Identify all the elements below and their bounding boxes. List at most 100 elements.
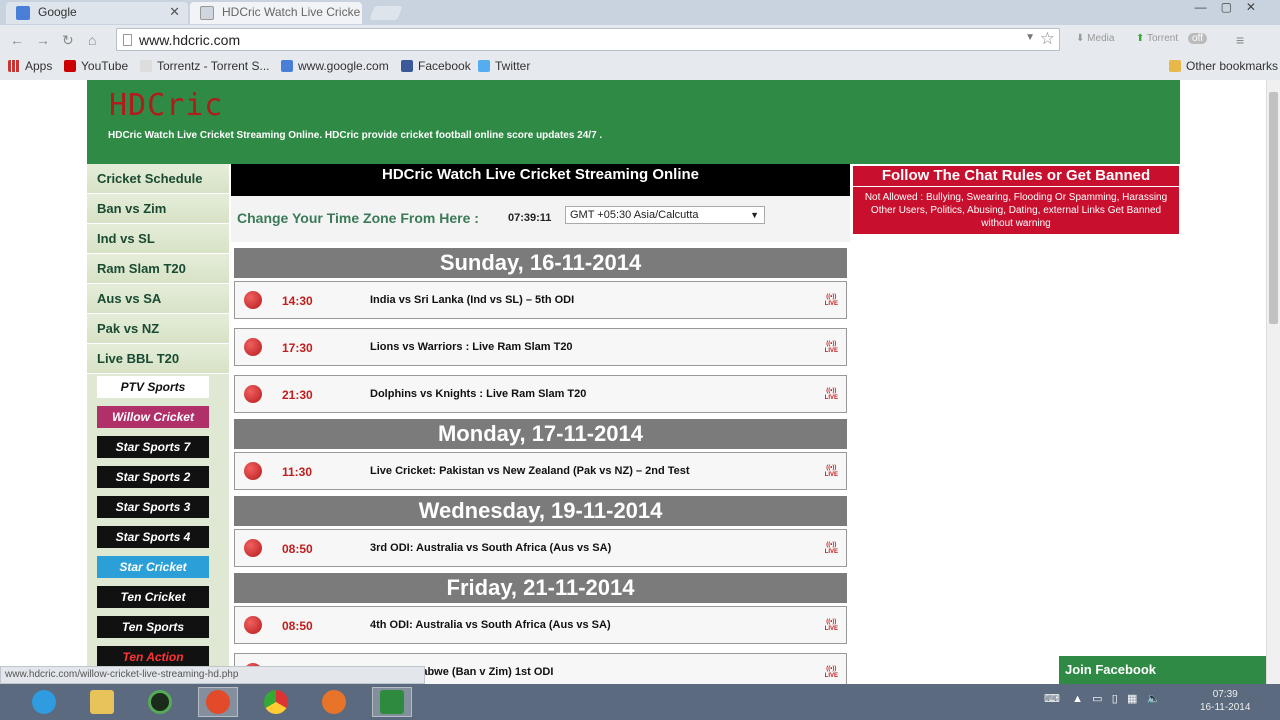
channel-logo[interactable]: Star Sports 3 [97,496,209,518]
tab-bar: Google ✕ HDCric Watch Live Cricke —▢✕ [0,0,1280,25]
channel-logo[interactable]: PTV Sports [97,376,209,398]
facebook-icon [401,60,413,72]
opera-icon [206,690,230,714]
forward-icon[interactable]: → [36,32,50,48]
toolbar: ← → ↻ ⌂ www.hdcric.com ▼ ☆ ⬇ Media ⬆ Tor… [0,25,1280,57]
sidebar-item-live-bbl[interactable]: Live BBL T20 [87,344,229,374]
chrome-taskbar-button[interactable] [256,687,296,717]
match-name: Live Cricket: Pakistan vs New Zealand (P… [370,465,690,477]
media-extension[interactable]: ⬇ Media [1076,33,1114,44]
google-icon [281,60,293,72]
bookmark-twitter[interactable]: Twitter [478,59,530,73]
media-player-icon [148,690,172,714]
channel-logo[interactable]: Star Cricket [97,556,209,578]
ie-taskbar-button[interactable] [24,687,64,717]
dropdown-icon[interactable]: ▼ [1025,32,1035,43]
torrent-extension[interactable]: ⬆ Torrent [1136,33,1178,44]
match-row[interactable]: 08:50 3rd ODI: Australia vs South Africa … [234,529,847,567]
channel-logo[interactable]: Star Sports 2 [97,466,209,488]
firefox-taskbar-button[interactable] [314,687,354,717]
match-name: Lions vs Warriors : Live Ram Slam T20 [370,341,573,353]
close-tab-icon[interactable]: ✕ [169,2,180,22]
cricket-ball-icon [244,616,262,634]
camtasia-taskbar-button[interactable] [372,687,412,717]
window-controls[interactable]: —▢✕ [1195,0,1270,14]
match-time: 08:50 [282,542,313,556]
opera-taskbar-button[interactable] [198,687,238,717]
page-favicon-icon [200,6,214,20]
system-tray[interactable]: ⌨ ▲ ▭ ▯ ▦ 🔈 [1044,692,1160,705]
sidebar-item-cricket-schedule[interactable]: Cricket Schedule [87,164,229,194]
site-header: HDCric HDCric Watch Live Cricket Streami… [87,80,1180,164]
day-header: Sunday, 16-11-2014 [234,248,847,278]
youtube-icon [64,60,76,72]
chat-rules-title: Follow The Chat Rules or Get Banned [853,166,1179,187]
bookmark-google[interactable]: www.google.com [281,59,389,73]
current-time: 07:39:11 [508,212,552,224]
reload-icon[interactable]: ↻ [62,32,74,49]
page-scrollbar[interactable] [1266,80,1280,684]
tab-label: HDCric Watch Live Cricke [222,5,361,19]
page-icon [123,34,132,46]
back-icon[interactable]: ← [10,32,24,48]
sidebar-item-pak-vs-nz[interactable]: Pak vs NZ [87,314,229,344]
match-time: 08:50 [282,619,313,633]
match-name: 3rd ODI: Australia vs South Africa (Aus … [370,542,612,554]
channel-logo[interactable]: Star Sports 4 [97,526,209,548]
channel-logo[interactable]: Ten Action [97,646,209,668]
twitter-icon [478,60,490,72]
day-header: Wednesday, 19-11-2014 [234,496,847,526]
bookmark-apps[interactable]: Apps [8,59,52,73]
menu-icon[interactable]: ≡ [1236,32,1244,48]
timezone-label: Change Your Time Zone From Here : [237,210,479,226]
new-tab-button[interactable] [369,6,403,20]
sidebar-item-ind-vs-sl[interactable]: Ind vs SL [87,224,229,254]
scrollbar-thumb[interactable] [1269,92,1278,324]
bookmark-other[interactable]: Other bookmarks [1169,59,1278,73]
sidebar-item-ban-vs-zim[interactable]: Ban vs Zim [87,194,229,224]
bookmark-star-icon[interactable]: ☆ [1040,29,1055,49]
home-icon[interactable]: ⌂ [88,32,96,48]
sidebar: Cricket Schedule Ban vs Zim Ind vs SL Ra… [87,164,229,684]
match-name: India vs Sri Lanka (Ind vs SL) – 5th ODI [370,294,575,306]
tab-hdcric[interactable]: HDCric Watch Live Cricke [190,2,362,24]
channel-logo[interactable]: Star Sports 7 [97,436,209,458]
taskbar: ⌨ ▲ ▭ ▯ ▦ 🔈 07:39 16-11-2014 [0,684,1280,720]
match-time: 14:30 [282,294,313,308]
site-tagline: HDCric Watch Live Cricket Streaming Onli… [108,130,603,141]
media-taskbar-button[interactable] [140,687,180,717]
bookmark-youtube[interactable]: YouTube [64,59,128,73]
channel-logo[interactable]: Ten Cricket [97,586,209,608]
sidebar-item-ram-slam[interactable]: Ram Slam T20 [87,254,229,284]
match-row[interactable]: 21:30 Dolphins vs Knights : Live Ram Slam… [234,375,847,413]
folder-icon [90,690,114,714]
bookmark-torrentz[interactable]: Torrentz - Torrent S... [140,59,269,73]
browser-chrome: Google ✕ HDCric Watch Live Cricke —▢✕ ← … [0,0,1280,80]
timezone-select[interactable]: GMT +05:30 Asia/Calcutta ▼ [565,206,765,224]
taskbar-clock[interactable]: 07:39 16-11-2014 [1200,688,1250,714]
tab-google[interactable]: Google ✕ [6,2,188,24]
sidebar-item-aus-vs-sa[interactable]: Aus vs SA [87,284,229,314]
match-row[interactable]: 08:50 4th ODI: Australia vs South Africa … [234,606,847,644]
match-time: 17:30 [282,341,313,355]
match-row[interactable]: 14:30 India vs Sri Lanka (Ind vs SL) – 5t… [234,281,847,319]
match-row[interactable]: 11:30 Live Cricket: Pakistan vs New Zeala… [234,452,847,490]
live-icon: ((•)) LIVE [824,341,838,354]
chat-rules-box: Follow The Chat Rules or Get Banned Not … [853,166,1179,234]
address-bar[interactable]: www.hdcric.com ▼ ☆ [116,28,1060,51]
tab-label: Google [38,5,77,19]
join-facebook-button[interactable]: Join Facebook [1059,656,1266,684]
live-icon: ((•)) LIVE [824,465,838,478]
ie-icon [32,690,56,714]
toggle-extension[interactable]: off [1188,33,1207,44]
chevron-down-icon: ▼ [750,210,759,220]
channel-logo[interactable]: Willow Cricket [97,406,209,428]
match-row[interactable]: 17:30 Lions vs Warriors : Live Ram Slam T… [234,328,847,366]
cricket-ball-icon [244,462,262,480]
site-logo[interactable]: HDCric [109,88,223,123]
cricket-ball-icon [244,539,262,557]
explorer-taskbar-button[interactable] [82,687,122,717]
bookmark-facebook[interactable]: Facebook [401,59,471,73]
firefox-icon [322,690,346,714]
channel-logo[interactable]: Ten Sports [97,616,209,638]
